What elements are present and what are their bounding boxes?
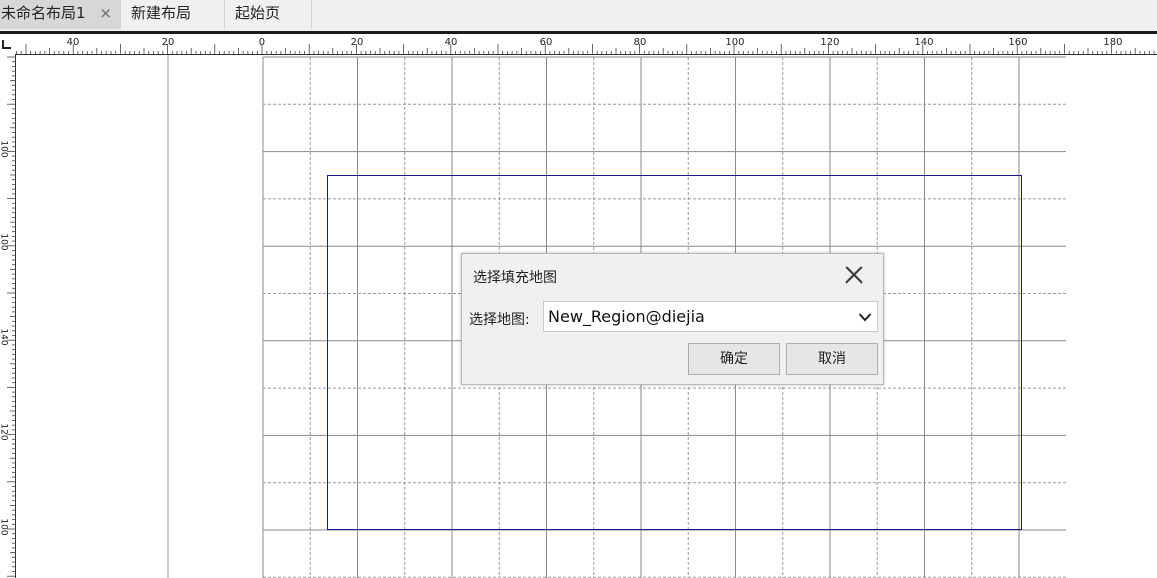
chevron-down-icon[interactable]: [858, 310, 872, 324]
tab-close-icon[interactable]: ×: [99, 0, 112, 27]
ok-button[interactable]: 确定: [688, 343, 780, 375]
select-fill-map-dialog: 选择填充地图 选择地图: New_Region@diejia 确定 取消: [461, 253, 884, 385]
tab-label: 未命名布局1: [1, 4, 86, 22]
vertical-ruler[interactable]: [0, 54, 16, 578]
ruler-label: 100: [0, 140, 9, 158]
tab-new-layout[interactable]: 新建布局: [121, 0, 225, 29]
tab-label: 起始页: [235, 4, 281, 22]
ruler-label: 160: [1008, 37, 1028, 48]
ruler-label: 40: [444, 37, 458, 48]
ruler-label: 180: [1103, 37, 1123, 48]
cancel-button[interactable]: 取消: [786, 343, 878, 375]
ruler-label: 100: [0, 518, 9, 536]
ruler-label: 0: [258, 37, 266, 48]
ruler-label: 100: [0, 233, 9, 251]
tab-start-page[interactable]: 起始页: [225, 0, 312, 29]
ruler-label: 120: [0, 423, 9, 441]
ruler-origin-icon: [2, 40, 11, 49]
ruler-label: 20: [161, 37, 175, 48]
ruler-label: 40: [66, 37, 80, 48]
ruler-label: 60: [539, 37, 553, 48]
ruler-label: 140: [0, 328, 9, 346]
tab-bar: 未命名布局1 × 新建布局 起始页: [0, 0, 1157, 31]
ruler-label: 100: [725, 37, 745, 48]
tab-untitled-layout[interactable]: 未命名布局1 ×: [0, 0, 121, 29]
selected-map-value: New_Region@diejia: [548, 307, 705, 326]
close-icon[interactable]: [843, 264, 865, 286]
ruler-label: 20: [350, 37, 364, 48]
horizontal-ruler[interactable]: [15, 34, 1157, 55]
map-select-label: 选择地图:: [469, 312, 530, 328]
ruler-label: 140: [914, 37, 934, 48]
ruler-label: 120: [820, 37, 840, 48]
ruler-label: 80: [633, 37, 647, 48]
tab-label: 新建布局: [131, 4, 192, 22]
map-select-dropdown[interactable]: New_Region@diejia: [543, 301, 878, 332]
dialog-title: 选择填充地图: [473, 270, 557, 286]
